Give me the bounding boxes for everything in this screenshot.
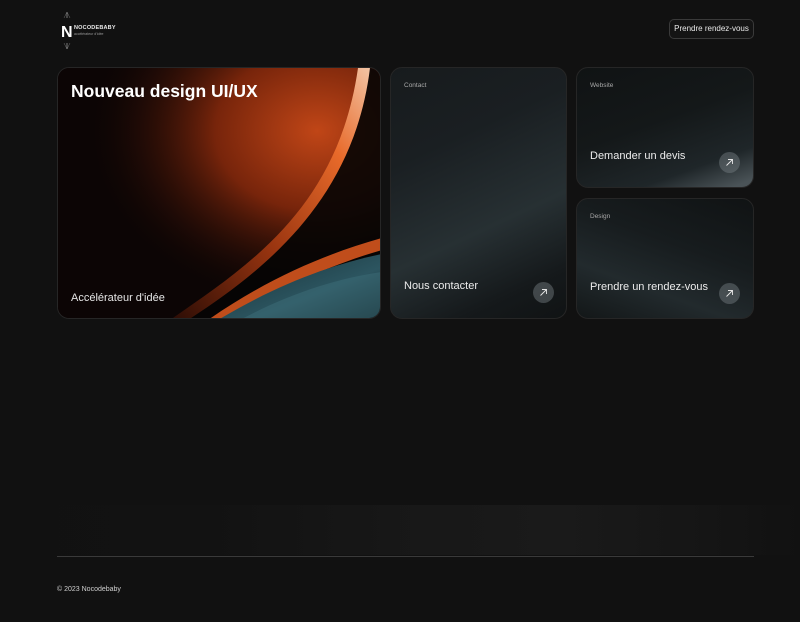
- website-card[interactable]: Website Demander un devis: [576, 67, 754, 188]
- footer-divider: [57, 556, 754, 557]
- hero-title: Nouveau design UI/UX: [71, 81, 258, 101]
- design-card[interactable]: Design Prendre un rendez-vous: [576, 198, 754, 319]
- svg-text:N: N: [61, 24, 73, 41]
- website-arrow-button[interactable]: [719, 152, 740, 173]
- arrow-up-right-icon: [726, 290, 733, 297]
- hero-card[interactable]: Nouveau design UI/UX Accélérateur d'idée: [57, 67, 381, 319]
- design-tag: Design: [590, 213, 611, 220]
- website-tag: Website: [590, 82, 614, 89]
- brand-logo[interactable]: N NOCODEBABY accélérateur d'idée: [59, 12, 119, 50]
- hero-subtitle: Accélérateur d'idée: [71, 292, 165, 304]
- logo-mark-icon: N: [61, 12, 73, 50]
- brand-name: NOCODEBABY: [74, 25, 116, 31]
- contact-card[interactable]: Contact Nous contacter: [390, 67, 567, 319]
- website-label: Demander un devis: [590, 150, 686, 162]
- copyright-text: © 2023 Nocodebaby: [57, 586, 121, 593]
- contact-label: Nous contacter: [404, 280, 478, 292]
- book-appointment-button[interactable]: Prendre rendez-vous: [669, 19, 754, 39]
- design-arrow-button[interactable]: [719, 283, 740, 304]
- brand-tagline: accélérateur d'idée: [74, 32, 104, 36]
- arrow-up-right-icon: [540, 289, 547, 296]
- footer-backdrop: [0, 505, 800, 555]
- contact-tag: Contact: [404, 82, 427, 89]
- arrow-up-right-icon: [726, 159, 733, 166]
- contact-arrow-button[interactable]: [533, 282, 554, 303]
- hero-artwork: [58, 68, 380, 318]
- design-label: Prendre un rendez-vous: [590, 281, 709, 293]
